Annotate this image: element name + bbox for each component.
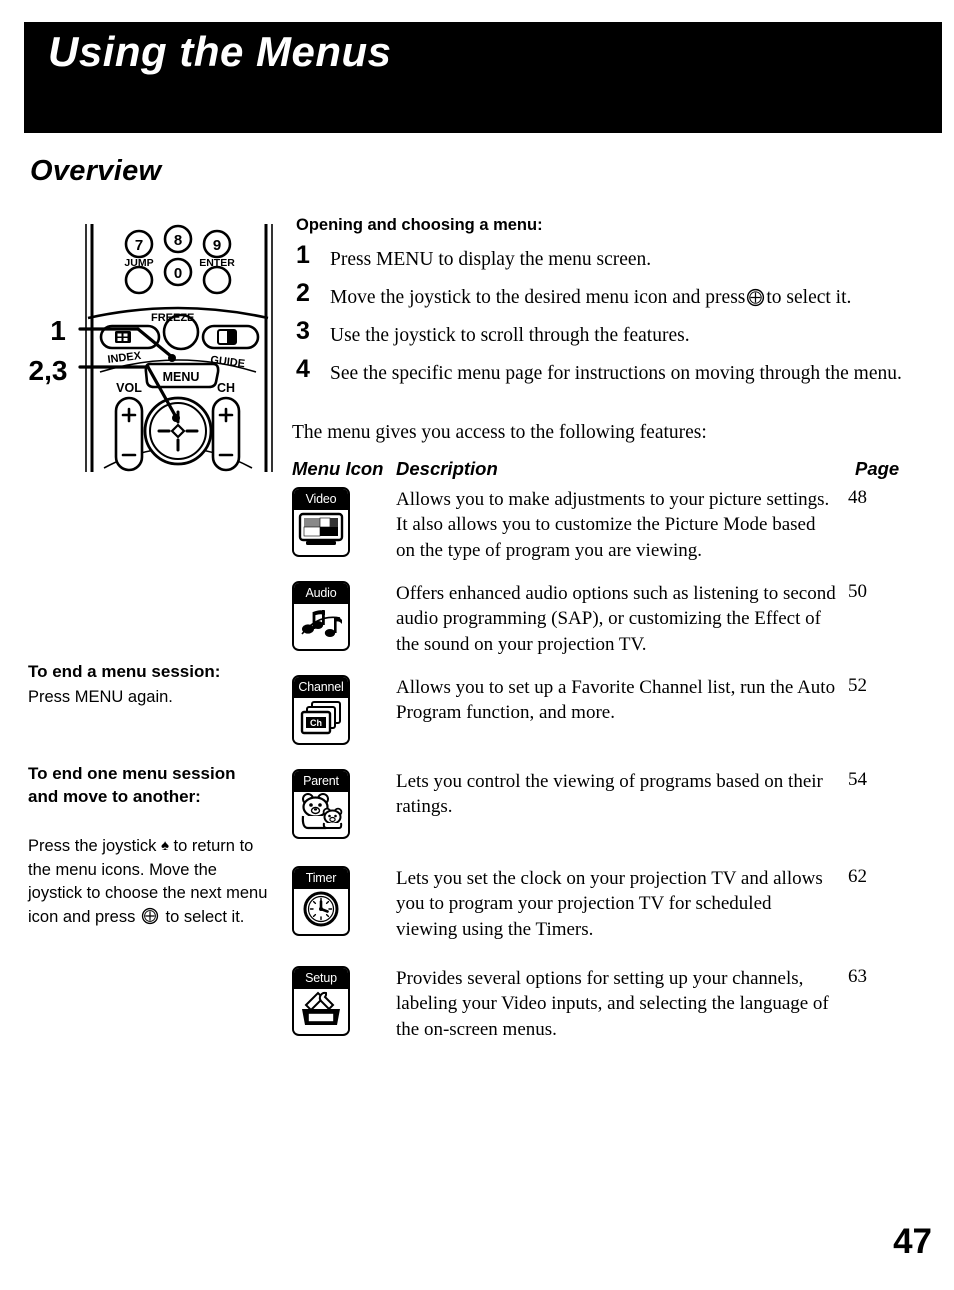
table-header-description: Description (396, 458, 498, 479)
table-cell-page: 50 (848, 581, 867, 602)
remote-key-8: 8 (174, 232, 182, 249)
remote-control-diagram: 7 8 9 0 JUMP ENTER INDEX FREEZE GUIDE ME… (20, 222, 285, 472)
table-cell-description: Allows you to make adjustments to your p… (396, 489, 830, 561)
menu-icon-label: Video (294, 489, 348, 510)
remote-label-enter: ENTER (199, 257, 235, 269)
remote-callout-23: 2,3 (29, 355, 68, 386)
audio-menu-icon: Audio (292, 581, 350, 651)
remote-key-7: 7 (135, 237, 143, 254)
table-header-page: Page (855, 458, 900, 479)
remote-label-vol: VOL (116, 381, 142, 395)
page-title: Using the Menus (48, 28, 392, 75)
remote-label-freeze: FREEZE (151, 312, 194, 324)
table-cell-description: Provides several options for setting up … (396, 968, 829, 1040)
step-text-after: to select it. (766, 287, 852, 308)
table-header-menu-icon: Menu Icon (292, 458, 384, 479)
joystick-select-icon (746, 288, 765, 307)
table-cell-page: 52 (848, 675, 867, 696)
step-text-before: Move the joystick to the desired menu ic… (330, 287, 746, 308)
parent-menu-icon: Parent (292, 769, 350, 839)
joystick-select-icon (141, 907, 160, 926)
menu-icon-label: Channel (294, 677, 348, 698)
note-body-part3: to select it. (165, 907, 245, 926)
remote-callout-1: 1 (50, 315, 66, 346)
menu-icon-art (294, 889, 348, 933)
table-cell-page: 48 (848, 487, 867, 508)
step-text: Press MENU to display the menu screen. (330, 249, 652, 270)
menu-icon-label: Parent (294, 771, 348, 792)
menu-icon-art (294, 604, 348, 648)
note-body-part1: Press the joystick (28, 837, 157, 855)
table-cell-description: Lets you set the clock on your projectio… (396, 868, 823, 940)
remote-label-jump: JUMP (124, 257, 153, 269)
steps-heading: Opening and choosing a menu: (296, 216, 543, 234)
joystick-up-arrow-icon: ♠ (160, 837, 169, 854)
menu-icon-label: Audio (294, 583, 348, 604)
menu-icon-label: Timer (294, 868, 348, 889)
step-number: 1 (296, 241, 310, 269)
table-cell-description: Lets you control the viewing of programs… (396, 771, 823, 818)
menu-icon-art: Ch (294, 698, 348, 742)
table-cell-description: Offers enhanced audio options such as li… (396, 583, 836, 655)
step-text: Move the joystick to the desired menu ic… (330, 285, 920, 311)
menu-icon-art (294, 989, 348, 1033)
remote-label-menu: MENU (163, 370, 200, 384)
step-number: 4 (296, 355, 310, 383)
step-text: See the specific menu page for instructi… (330, 363, 902, 384)
features-lead-in: The menu gives you access to the followi… (292, 422, 707, 443)
video-menu-icon: Video (292, 487, 350, 557)
table-cell-page: 62 (848, 866, 867, 887)
svg-text:Ch: Ch (310, 718, 322, 728)
step-number: 2 (296, 279, 310, 307)
step-number: 3 (296, 317, 310, 345)
table-cell-page: 54 (848, 769, 867, 790)
menu-icon-art (294, 510, 348, 554)
page-number: 47 (893, 1222, 932, 1261)
table-cell-page: 63 (848, 966, 867, 987)
note-heading-switch-menu: To end one menu session and move to anot… (28, 764, 236, 807)
menu-icon-label: Setup (294, 968, 348, 989)
note-body-switch-menu: Press the joystick ♠ to return to the me… (28, 835, 271, 929)
remote-key-9: 9 (213, 237, 221, 254)
table-cell-description: Allows you to set up a Favorite Channel … (396, 677, 836, 724)
step-text: Use the joystick to scroll through the f… (330, 325, 690, 346)
setup-menu-icon: Setup (292, 966, 350, 1036)
remote-label-ch: CH (217, 381, 235, 395)
note-heading-end-session: To end a menu session: (28, 662, 221, 681)
channel-menu-icon: Channel Ch (292, 675, 350, 745)
menu-icon-art (294, 792, 348, 836)
timer-menu-icon: Timer (292, 866, 350, 936)
section-heading: Overview (30, 155, 162, 187)
note-body-end-session: Press MENU again. (28, 688, 173, 706)
remote-key-0: 0 (174, 265, 182, 282)
